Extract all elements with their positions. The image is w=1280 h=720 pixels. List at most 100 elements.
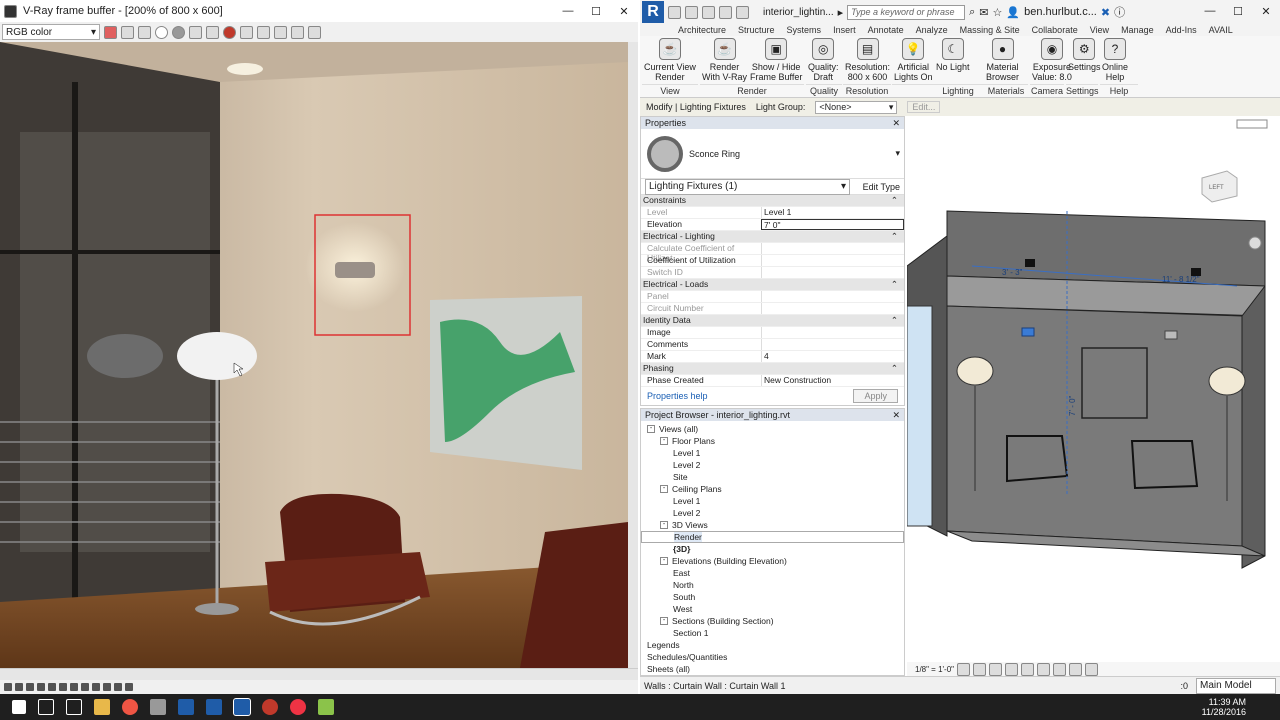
tree-node[interactable]: Legends	[641, 639, 904, 651]
tree-node[interactable]: Level 2	[641, 507, 904, 519]
close-button[interactable]: ✕	[610, 0, 638, 22]
collapse-icon[interactable]: ⌃	[891, 195, 898, 206]
ribbon-tab[interactable]: Analyze	[916, 25, 948, 35]
property-section[interactable]: Constraints ⌃	[641, 195, 904, 207]
search-toggle-icon[interactable]: ▸	[838, 6, 844, 19]
collapse-icon[interactable]: ⌃	[891, 363, 898, 374]
clear-image-icon[interactable]	[206, 25, 219, 39]
search-input[interactable]: Type a keyword or phrase	[847, 4, 966, 20]
color-correction-icon[interactable]	[4, 683, 12, 691]
revit-minimize-button[interactable]: —	[1196, 0, 1224, 22]
ribbon-panel-label[interactable]: Camera	[1030, 84, 1064, 96]
sync-icon[interactable]	[702, 5, 715, 19]
tree-node[interactable]: -3D Views	[641, 519, 904, 531]
property-row[interactable]: Image	[641, 327, 904, 339]
tree-node[interactable]: Level 1	[641, 447, 904, 459]
property-value[interactable]	[761, 339, 904, 350]
reveal-hidden-icon[interactable]	[1085, 662, 1099, 676]
apply-button[interactable]: Apply	[853, 389, 898, 403]
edit-button[interactable]: Edit...	[907, 101, 941, 113]
ribbon-tab[interactable]: Add-Ins	[1166, 25, 1197, 35]
visual-style-icon[interactable]	[973, 662, 987, 676]
ribbon-tab[interactable]: AVAIL	[1209, 25, 1233, 35]
stop-render-icon[interactable]	[223, 25, 236, 39]
pixel-info-icon[interactable]	[92, 683, 100, 691]
close-icon[interactable]: ✕	[892, 410, 900, 421]
vflip-icon[interactable]	[125, 683, 133, 691]
screen-recorder-icon[interactable]	[262, 699, 278, 715]
ribbon-button[interactable]: ▣ Show / Hide Frame Buffer	[750, 38, 802, 82]
property-value[interactable]	[761, 255, 904, 266]
tree-node[interactable]: - Sections (Building Section)	[641, 615, 904, 627]
minimize-button[interactable]: —	[554, 0, 582, 22]
property-value[interactable]	[761, 303, 904, 314]
tree-node[interactable]: Section 1	[641, 627, 904, 639]
property-row[interactable]: Mark 4	[641, 351, 904, 363]
srgb-icon[interactable]	[81, 683, 89, 691]
property-value[interactable]: Level 1	[761, 207, 904, 218]
search-icon[interactable]	[38, 699, 54, 715]
exchange-icon[interactable]: ✖	[1101, 6, 1110, 19]
ribbon-button[interactable]: ▤ Resolution: 800 x 600	[845, 38, 890, 82]
property-value[interactable]	[761, 243, 904, 254]
help-icon[interactable]: ⓘ	[1114, 4, 1125, 20]
property-value[interactable]: New Construction	[761, 375, 904, 386]
ribbon-button[interactable]: ● Material Browser	[986, 38, 1019, 82]
exposure-icon[interactable]	[15, 683, 23, 691]
ribbon-panel-label[interactable]: Quality	[806, 84, 842, 96]
blue-channel-icon[interactable]	[138, 25, 151, 39]
vray-vertical-scrollbar[interactable]	[628, 42, 638, 668]
hflip-icon[interactable]	[114, 683, 122, 691]
file-explorer-icon[interactable]	[94, 699, 110, 715]
collapse-toggle-icon[interactable]: -	[660, 617, 668, 625]
collapse-icon[interactable]: ⌃	[891, 279, 898, 290]
property-value[interactable]	[761, 267, 904, 278]
redo-icon[interactable]	[736, 5, 749, 19]
tree-node[interactable]: Sheets (all)	[641, 663, 904, 675]
alpha-channel-icon[interactable]	[155, 25, 168, 39]
dimension-label-3[interactable]: 7' - 0"	[1068, 395, 1077, 416]
property-row[interactable]: Level Level 1	[641, 207, 904, 219]
save-icon[interactable]	[685, 5, 698, 19]
property-row[interactable]: Circuit Number	[641, 303, 904, 315]
ribbon-tab[interactable]: Collaborate	[1032, 25, 1078, 35]
tree-node[interactable]: Render	[641, 531, 904, 543]
ribbon-tab[interactable]: Manage	[1121, 25, 1154, 35]
region-render-icon[interactable]	[240, 25, 253, 39]
ribbon-button[interactable]: ☕ Render With V-Ray	[702, 38, 747, 82]
property-value[interactable]	[761, 291, 904, 302]
property-value[interactable]: 7' 0"	[761, 219, 904, 230]
property-row[interactable]: Switch ID	[641, 267, 904, 279]
shadows-icon[interactable]	[1005, 662, 1019, 676]
collapse-toggle-icon[interactable]: -	[660, 521, 668, 529]
tree-node[interactable]: Site	[641, 471, 904, 483]
search-icon[interactable]: ⌕	[969, 6, 975, 19]
revit-logo-icon[interactable]: R	[642, 1, 664, 23]
collapse-toggle-icon[interactable]: -	[660, 485, 668, 493]
ribbon-tab[interactable]: Architecture	[678, 25, 726, 35]
revit-taskbar-icon-active[interactable]	[233, 698, 251, 716]
green-channel-icon[interactable]	[121, 25, 134, 39]
ribbon-panel-label[interactable]: Materials	[984, 84, 1028, 96]
tree-node[interactable]: Level 2	[641, 459, 904, 471]
app-icon[interactable]	[150, 699, 166, 715]
mono-channel-icon[interactable]	[172, 25, 185, 39]
detail-level-icon[interactable]	[957, 662, 971, 676]
tree-node[interactable]: {3D}	[641, 543, 904, 555]
ribbon-tab[interactable]: Annotate	[868, 25, 904, 35]
red-channel-icon[interactable]	[104, 25, 117, 39]
instance-filter-select[interactable]: Lighting Fixtures (1) ▾	[645, 178, 850, 195]
bg-image-icon[interactable]	[48, 683, 56, 691]
3d-view-canvas[interactable]: 3' - 3" 11' - 8 1/2" 7' - 0" LEFT	[906, 116, 1280, 674]
curves-icon[interactable]	[37, 683, 45, 691]
tree-node[interactable]: North	[641, 579, 904, 591]
display-icon[interactable]	[103, 683, 111, 691]
property-section[interactable]: Electrical - Loads ⌃	[641, 279, 904, 291]
revit-maximize-button[interactable]: ☐	[1224, 0, 1252, 22]
tree-node[interactable]: - Views (all)	[641, 423, 904, 435]
open-icon[interactable]	[668, 5, 681, 19]
revit-close-button[interactable]: ✕	[1252, 0, 1280, 22]
ribbon-button[interactable]: ☾ No Light	[936, 38, 970, 72]
ribbon-button[interactable]: 💡 Artificial Lights On	[894, 38, 933, 82]
ribbon-tab[interactable]: View	[1090, 25, 1109, 35]
